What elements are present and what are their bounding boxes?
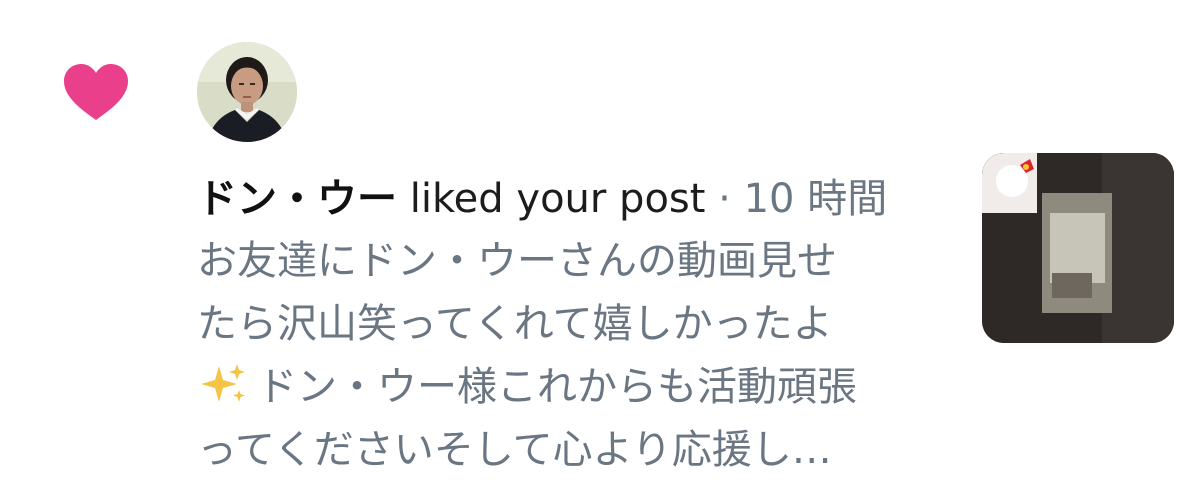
username[interactable]: ドン・ウー xyxy=(197,176,397,222)
heart-icon xyxy=(64,64,128,120)
thumbnail-photo xyxy=(982,153,1174,343)
notification-headline: ドン・ウー liked your post · 10 時間 xyxy=(197,170,942,228)
post-preview-text: お友達にドン・ウーさんの動画見せ たら沢山笑ってくれて嬉しかったよ ドン・ウー様… xyxy=(197,230,942,482)
preview-line-4: ってくださいそして心より応援し… xyxy=(197,427,832,473)
preview-line-1: お友達にドン・ウーさんの動画見せ xyxy=(197,238,837,284)
post-thumbnail[interactable] xyxy=(982,153,1174,343)
action-text: liked your post xyxy=(397,176,706,222)
preview-line-3: ドン・ウー様これからも活動頑張 xyxy=(257,364,857,410)
preview-line-2: たら沢山笑ってくれて嬉しかったよ xyxy=(197,301,833,347)
like-notification[interactable]: ドン・ウー liked your post · 10 時間 お友達にドン・ウーさ… xyxy=(0,0,1200,495)
preview-line-3-wrap: ドン・ウー様これからも活動頑張 xyxy=(197,356,942,419)
avatar[interactable] xyxy=(197,42,297,142)
sparkles-icon xyxy=(201,364,245,402)
notification-content: ドン・ウー liked your post · 10 時間 お友達にドン・ウーさ… xyxy=(197,170,942,482)
avatar-portrait xyxy=(197,42,297,142)
timestamp: 10 時間 xyxy=(743,176,888,222)
separator-dot: · xyxy=(705,176,744,222)
